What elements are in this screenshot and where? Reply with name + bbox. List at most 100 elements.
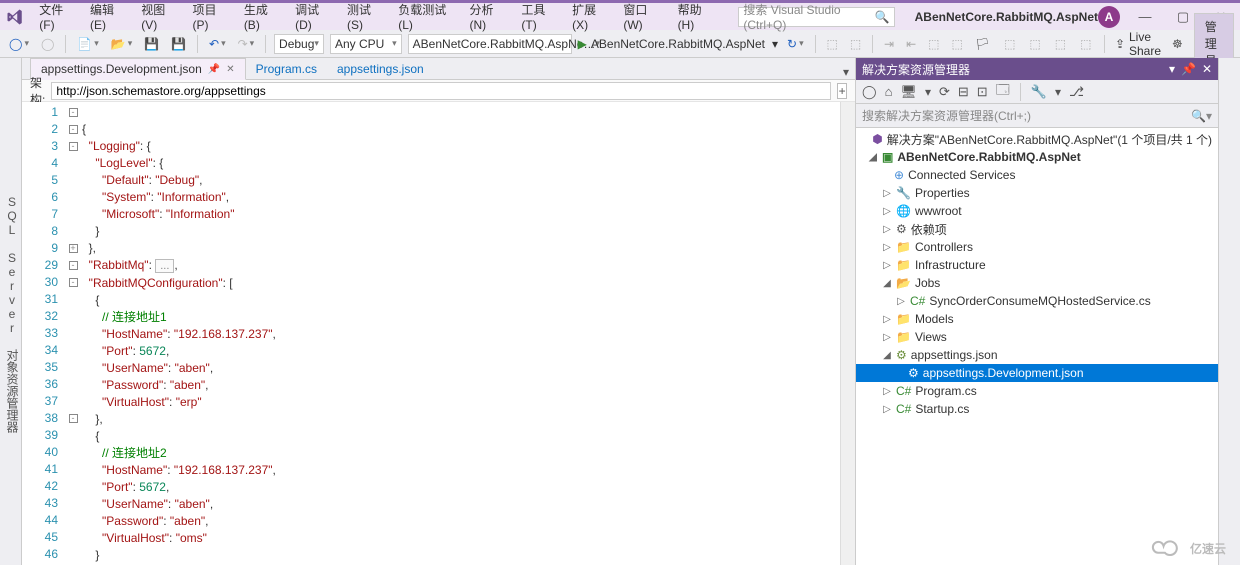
menu-debug[interactable]: 调试(D) [288, 1, 338, 32]
show-all-icon[interactable]: ⊟ [958, 84, 969, 100]
collapse-icon[interactable]: ⊡ [977, 84, 988, 100]
tree-infrastructure[interactable]: ▷📁Infrastructure [856, 256, 1218, 274]
tab-appsettings[interactable]: appsettings.json [327, 59, 434, 79]
panel-toolbar: ◯ ⌂ 🖥▾ ⟳ ⊟ ⊡ 🗔 🔧▾ ⎇ [856, 80, 1218, 104]
panel-pin-icon[interactable]: 📌 [1181, 62, 1196, 76]
icon-3[interactable]: 🖥 [900, 84, 917, 100]
tree-appsettings-dev[interactable]: ⚙appsettings.Development.json [856, 364, 1218, 382]
panel-title: 解决方案资源管理器 [862, 61, 970, 78]
fold-toggle[interactable]: - [69, 414, 78, 423]
menu-loadtest[interactable]: 负载测试(L) [391, 1, 460, 32]
undo-button[interactable]: ↶▾ [206, 37, 229, 51]
save-all-button[interactable]: 💾 [168, 37, 189, 51]
refresh-button[interactable]: ↻▾ [784, 37, 807, 51]
tb-step2[interactable]: ⇤ [903, 37, 919, 51]
icon-branch[interactable]: ⎇ [1069, 84, 1084, 100]
split-add-button[interactable]: + [837, 83, 847, 99]
vertical-scrollbar[interactable] [840, 102, 855, 565]
nav-fwd-button[interactable]: ◯ [38, 37, 57, 51]
code-text[interactable]: { "Logging": { "LogLevel": { "Default": … [82, 102, 855, 565]
vs-logo-icon [6, 8, 24, 26]
save-button[interactable]: 💾 [141, 37, 162, 51]
menu-edit[interactable]: 编辑(E) [83, 1, 132, 32]
config-combo[interactable]: Debug▾ [274, 34, 324, 54]
tb-step3[interactable]: ⬚ [925, 37, 942, 51]
tree-deps[interactable]: ▷⚙依赖项 [856, 220, 1218, 238]
tb-step4[interactable]: ⬚ [948, 37, 965, 51]
panel-dropdown-icon[interactable]: ▾ [1169, 62, 1175, 76]
menu-build[interactable]: 生成(B) [237, 1, 286, 32]
fold-toggle[interactable]: - [69, 261, 78, 270]
ext-3[interactable]: ⬚ [1052, 37, 1069, 51]
cloud-icon[interactable]: 🏳 [972, 37, 993, 51]
ext-4[interactable]: ⬚ [1077, 37, 1094, 51]
menu-tools[interactable]: 工具(T) [514, 1, 563, 32]
panel-close-icon[interactable]: ✕ [1202, 62, 1212, 76]
tree-solution[interactable]: ⬢解决方案"ABenNetCore.RabbitMQ.AspNet"(1 个项目… [856, 130, 1218, 148]
main-menu: 文件(F) 编辑(E) 视图(V) 项目(P) 生成(B) 调试(D) 测试(S… [32, 1, 720, 32]
run-button[interactable]: ▶ ABenNetCore.RabbitMQ.AspNet▾ [578, 37, 778, 51]
tab-program[interactable]: Program.cs [246, 59, 327, 79]
home-icon[interactable]: ◯ [862, 84, 877, 100]
solution-explorer: 解决方案资源管理器 ▾ 📌 ✕ ◯ ⌂ 🖥▾ ⟳ ⊟ ⊡ 🗔 🔧▾ ⎇ 搜索解决… [856, 58, 1218, 565]
pin-icon[interactable]: 📌 [208, 64, 220, 75]
share-icon: ⇪ [1115, 37, 1125, 51]
tree-connected[interactable]: ⊕Connected Services [856, 166, 1218, 184]
tab-close-icon[interactable]: ✕ [226, 64, 234, 75]
solution-tree: ⬢解决方案"ABenNetCore.RabbitMQ.AspNet"(1 个项目… [856, 128, 1218, 565]
live-share-button[interactable]: ⇪ Live Share [1115, 30, 1161, 58]
tree-controllers[interactable]: ▷📁Controllers [856, 238, 1218, 256]
open-button[interactable]: 📂▾ [108, 37, 135, 51]
document-tabs: appsettings.Development.json📌✕ Program.c… [22, 58, 855, 80]
tree-wwwroot[interactable]: ▷🌐wwwroot [856, 202, 1218, 220]
search-icon: 🔍▾ [1191, 109, 1212, 123]
tree-program[interactable]: ▷C#Program.cs [856, 382, 1218, 400]
wrench-icon[interactable]: 🔧 [1031, 84, 1047, 100]
global-search[interactable]: 搜索 Visual Studio (Ctrl+Q) 🔍 [738, 7, 894, 27]
ext-1[interactable]: ⬚ [1001, 37, 1018, 51]
new-project-button[interactable]: 📄▾ [74, 37, 101, 51]
tree-appsettings[interactable]: ◢⚙appsettings.json [856, 346, 1218, 364]
tree-models[interactable]: ▷📁Models [856, 310, 1218, 328]
code-editor[interactable]: 1234567892930313233343536373839404142434… [22, 102, 855, 565]
menu-test[interactable]: 测试(S) [340, 1, 389, 32]
nav-back-button[interactable]: ◯▾ [6, 37, 32, 51]
menu-window[interactable]: 窗口(W) [616, 1, 668, 32]
line-gutter: 1234567892930313233343536373839404142434… [22, 102, 64, 565]
feedback-icon[interactable]: ☸ [1169, 37, 1186, 51]
tb-step1[interactable]: ⇥ [881, 37, 897, 51]
redo-button[interactable]: ↷▾ [235, 37, 258, 51]
collapsed-region[interactable]: ... [155, 259, 174, 273]
tree-startup[interactable]: ▷C#Startup.cs [856, 400, 1218, 418]
tree-properties[interactable]: ▷🔧Properties [856, 184, 1218, 202]
tree-project[interactable]: ◢▣ABenNetCore.RabbitMQ.AspNet [856, 148, 1218, 166]
tb-misc2[interactable]: ⬚ [847, 37, 864, 51]
platform-combo[interactable]: Any CPU▾ [330, 34, 402, 54]
menu-view[interactable]: 视图(V) [134, 1, 183, 32]
fold-toggle[interactable]: - [69, 142, 78, 151]
fold-toggle[interactable]: - [69, 278, 78, 287]
tb-misc1[interactable]: ⬚ [823, 37, 840, 51]
tree-views[interactable]: ▷📁Views [856, 328, 1218, 346]
menu-analyze[interactable]: 分析(N) [463, 1, 513, 32]
tab-appsettings-dev[interactable]: appsettings.Development.json📌✕ [30, 58, 246, 80]
sync-icon[interactable]: ⌂ [885, 84, 893, 99]
menu-extensions[interactable]: 扩展(X) [565, 1, 614, 32]
fold-toggle[interactable]: - [69, 108, 78, 117]
fold-toggle[interactable]: - [69, 125, 78, 134]
fold-toggle[interactable]: + [69, 244, 78, 253]
menu-project[interactable]: 项目(P) [186, 1, 235, 32]
panel-search[interactable]: 搜索解决方案资源管理器(Ctrl+;) 🔍▾ [856, 104, 1218, 128]
schema-input[interactable] [51, 82, 831, 100]
properties-icon[interactable]: 🗔 [996, 81, 1010, 103]
panel-header: 解决方案资源管理器 ▾ 📌 ✕ [856, 58, 1218, 80]
refresh-icon[interactable]: ⟳ [939, 84, 950, 100]
ext-2[interactable]: ⬚ [1026, 37, 1043, 51]
tab-overflow-button[interactable]: ▾ [837, 65, 855, 79]
menu-help[interactable]: 帮助(H) [671, 1, 721, 32]
rail-tab-sql[interactable]: SQL Server 对象资源管理器 [4, 195, 21, 433]
tree-job-file[interactable]: ▷C#SyncOrderConsumeMQHostedService.cs [856, 292, 1218, 310]
tree-jobs[interactable]: ◢📂Jobs [856, 274, 1218, 292]
startup-combo[interactable]: ABenNetCore.RabbitMQ.AspNe…▾ [408, 34, 572, 54]
menu-file[interactable]: 文件(F) [32, 1, 81, 32]
